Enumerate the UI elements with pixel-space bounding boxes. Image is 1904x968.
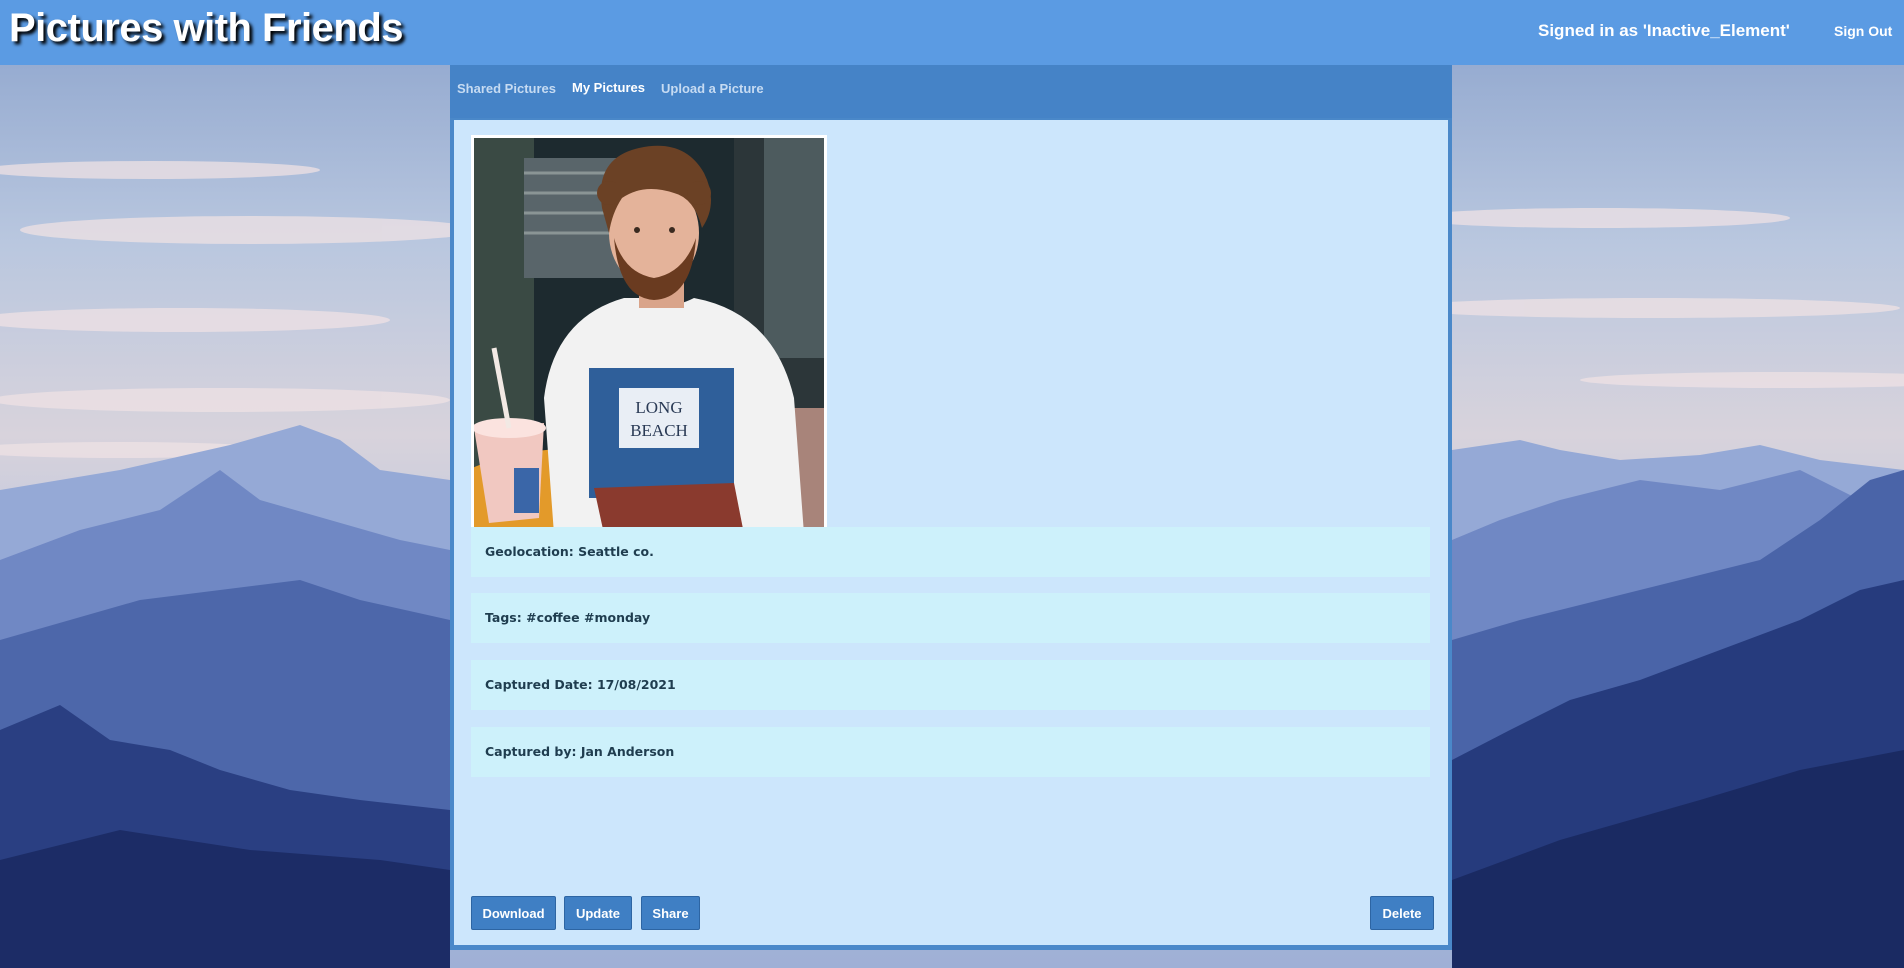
tags-row: Tags: #coffee #monday bbox=[471, 593, 1430, 643]
picture-detail-content: LONG BEACH Geolocation: Seattle co. Tags… bbox=[454, 120, 1448, 945]
delete-button[interactable]: Delete bbox=[1370, 896, 1434, 930]
app-title: Pictures with Friends bbox=[9, 6, 404, 50]
shirt-text-line1: LONG bbox=[635, 398, 682, 417]
share-button[interactable]: Share bbox=[641, 896, 700, 930]
top-header-bar: Pictures with Friends Signed in as 'Inac… bbox=[0, 0, 1904, 65]
captured-by-row: Captured by: Jan Anderson bbox=[471, 727, 1430, 777]
tab-shared-pictures[interactable]: Shared Pictures bbox=[457, 81, 556, 96]
geolocation-row: Geolocation: Seattle co. bbox=[471, 527, 1430, 577]
tab-my-pictures[interactable]: My Pictures bbox=[572, 80, 645, 95]
geolocation-text: Geolocation: Seattle co. bbox=[485, 544, 654, 559]
main-panel: Shared Pictures My Pictures Upload a Pic… bbox=[450, 65, 1452, 950]
photo-frame: LONG BEACH bbox=[471, 135, 827, 537]
picture-image: LONG BEACH bbox=[474, 138, 824, 534]
tab-upload-picture[interactable]: Upload a Picture bbox=[661, 81, 764, 96]
captured-by-text: Captured by: Jan Anderson bbox=[485, 744, 675, 759]
navigation-tabs: Shared Pictures My Pictures Upload a Pic… bbox=[450, 65, 1452, 118]
update-button[interactable]: Update bbox=[564, 896, 632, 930]
download-button[interactable]: Download bbox=[471, 896, 556, 930]
sign-out-link[interactable]: Sign Out bbox=[1834, 23, 1892, 39]
signed-in-status: Signed in as 'Inactive_Element' bbox=[1538, 21, 1790, 40]
captured-date-text: Captured Date: 17/08/2021 bbox=[485, 677, 676, 692]
shirt-text-line2: BEACH bbox=[630, 421, 688, 440]
captured-date-row: Captured Date: 17/08/2021 bbox=[471, 660, 1430, 710]
tags-text: Tags: #coffee #monday bbox=[485, 610, 651, 625]
